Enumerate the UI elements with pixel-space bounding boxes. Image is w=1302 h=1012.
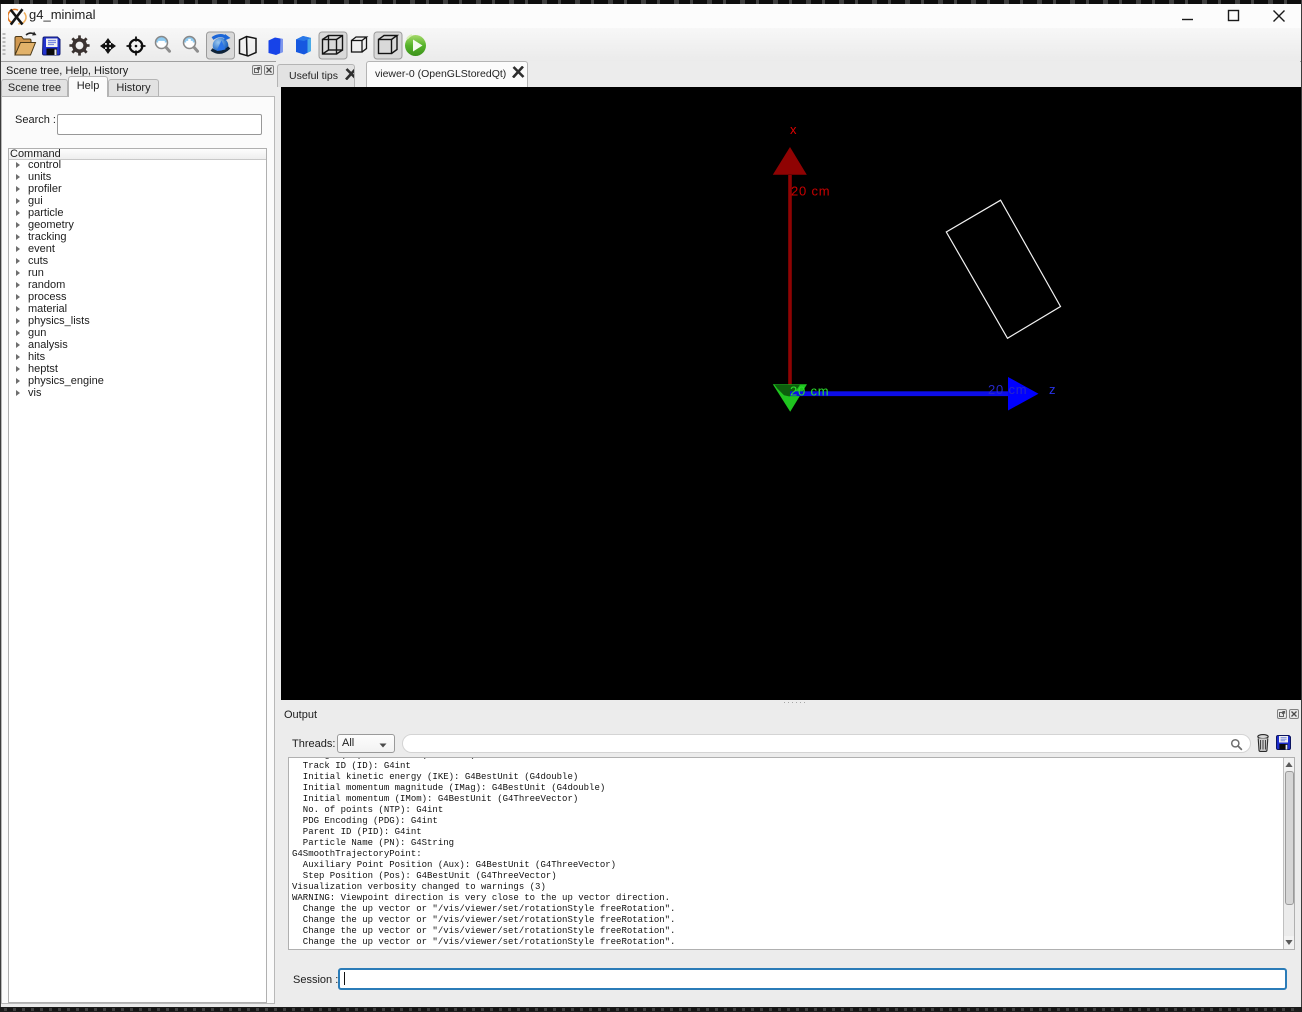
svg-text:20 cm: 20 cm <box>988 382 1027 397</box>
svg-text:z: z <box>1049 382 1056 397</box>
svg-text:x: x <box>790 122 797 137</box>
svg-text:20 cm: 20 cm <box>790 384 829 399</box>
svg-text:20 cm: 20 cm <box>791 184 830 199</box>
